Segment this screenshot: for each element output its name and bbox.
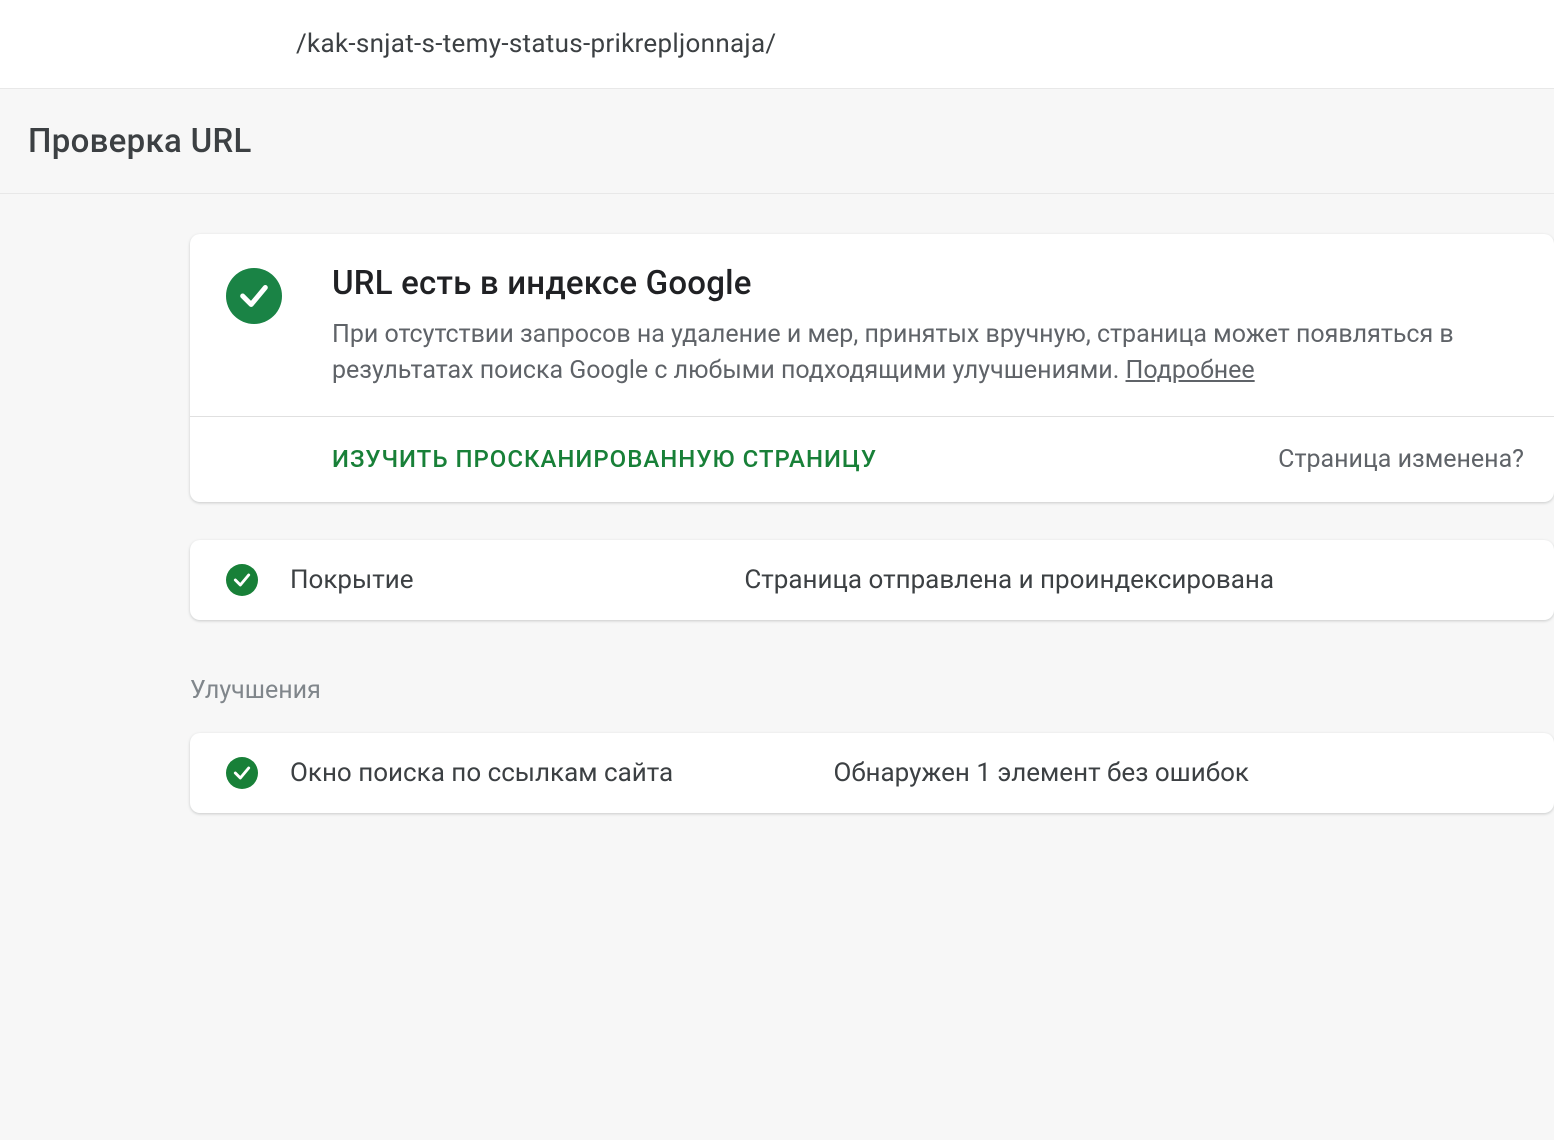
enhancements-section-label: Улучшения: [190, 676, 1554, 705]
page-changed-text: Страница изменена?: [1278, 445, 1524, 474]
learn-more-link[interactable]: Подробнее: [1126, 356, 1255, 385]
check-circle-icon: [226, 757, 258, 789]
page-header: Проверка URL: [0, 88, 1554, 194]
status-card-top: URL есть в индексе Google При отсутствии…: [190, 234, 1554, 416]
status-card: URL есть в индексе Google При отсутствии…: [190, 234, 1554, 502]
page-changed-label: Страница изменена?: [1278, 445, 1524, 474]
status-title: URL есть в индексе Google: [332, 264, 1524, 303]
check-circle-icon: [226, 268, 282, 324]
page-title: Проверка URL: [28, 122, 252, 161]
status-description: При отсутствии запросов на удаление и ме…: [332, 317, 1524, 390]
card-actions: ИЗУЧИТЬ ПРОСКАНИРОВАННУЮ СТРАНИЦУ Страни…: [190, 417, 1554, 502]
sitelinks-value: Обнаружен 1 элемент без ошибок: [833, 758, 1524, 788]
sitelinks-label: Окно поиска по ссылкам сайта: [258, 758, 673, 788]
content-area: URL есть в индексе Google При отсутствии…: [0, 194, 1554, 1140]
check-circle-icon: [226, 564, 258, 596]
coverage-row[interactable]: Покрытие Страница отправлена и проиндекс…: [190, 540, 1554, 620]
coverage-value: Страница отправлена и проиндексирована: [744, 565, 1524, 595]
status-description-text: При отсутствии запросов на удаление и ме…: [332, 320, 1454, 385]
coverage-label: Покрытие: [258, 565, 414, 595]
sitelinks-row[interactable]: Окно поиска по ссылкам сайта Обнаружен 1…: [190, 733, 1554, 813]
view-crawled-page-button[interactable]: ИЗУЧИТЬ ПРОСКАНИРОВАННУЮ СТРАНИЦУ: [332, 445, 877, 473]
status-text-block: URL есть в индексе Google При отсутствии…: [282, 264, 1524, 390]
url-input-value: /kak-snjat-s-temy-status-prikrepljonnaja…: [296, 29, 776, 59]
url-input-bar[interactable]: /kak-snjat-s-temy-status-prikrepljonnaja…: [0, 0, 1554, 88]
